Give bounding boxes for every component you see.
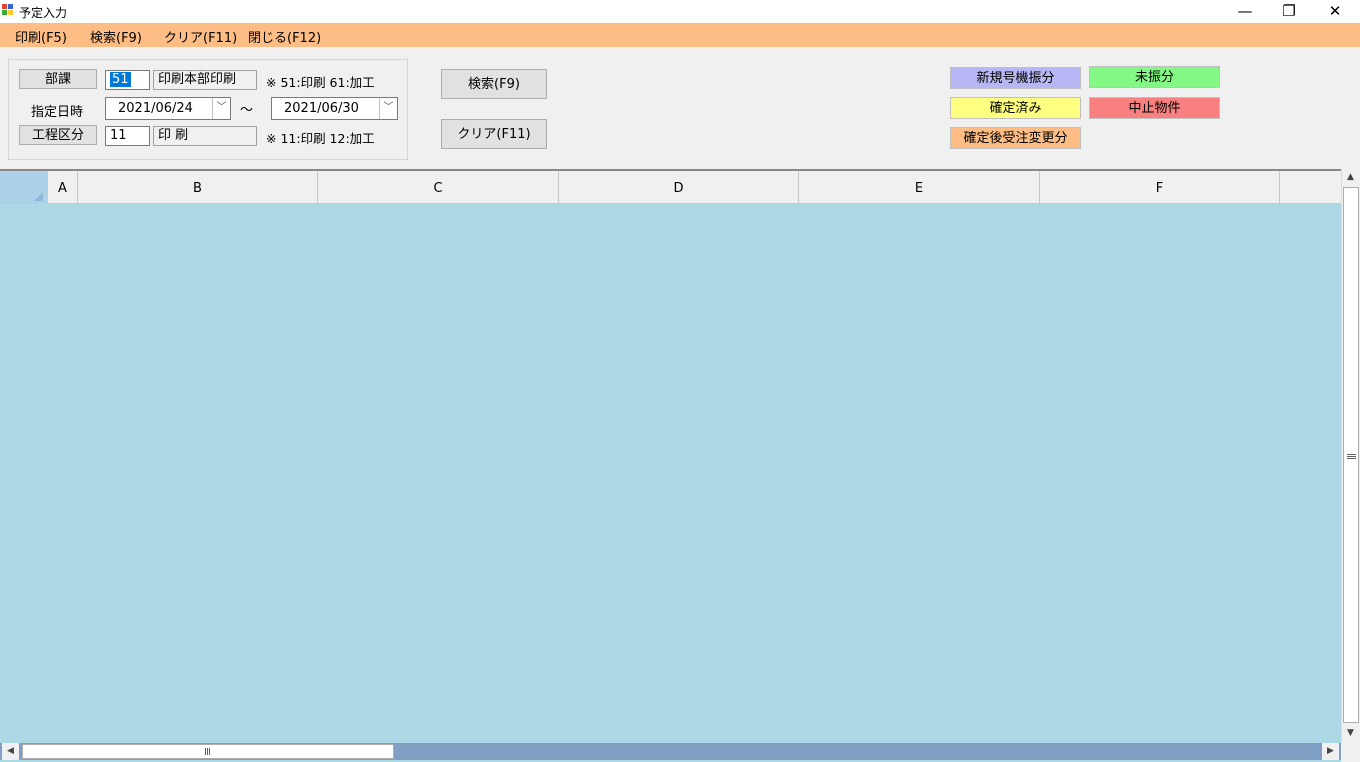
column-header-b[interactable]: B — [78, 171, 318, 204]
title-bar: 予定入力 — ❐ ✕ — [0, 0, 1360, 23]
date-separator: ～ — [240, 103, 254, 118]
column-header-c[interactable]: C — [318, 171, 559, 204]
scroll-up-icon[interactable]: ▲ — [1342, 169, 1359, 186]
column-header-f[interactable]: F — [1040, 171, 1280, 204]
scrollbar-corner — [1341, 743, 1360, 762]
process-code-input[interactable]: 11 — [105, 126, 150, 146]
vertical-scrollbar[interactable]: ▲ ▼ — [1341, 169, 1360, 743]
date-from-picker[interactable]: 2021/06/24 ﹀ — [105, 97, 231, 120]
app-icon — [2, 4, 14, 16]
clear-button[interactable]: クリア(F11) — [441, 119, 547, 149]
chevron-down-icon[interactable]: ﹀ — [379, 98, 397, 119]
date-from-value: 2021/06/24 — [118, 101, 193, 116]
date-label: 指定日時 — [31, 105, 84, 120]
close-icon: ✕ — [1328, 2, 1342, 20]
restore-icon: ❐ — [1282, 2, 1296, 20]
close-button[interactable]: ✕ — [1312, 0, 1358, 23]
horizontal-scrollbar[interactable]: ◀ ▶ — [0, 743, 1341, 760]
process-note: ※ 11:印刷 12:加工 — [266, 131, 375, 146]
column-header-d[interactable]: D — [559, 171, 799, 204]
department-note: ※ 51:印刷 61:加工 — [266, 75, 375, 90]
department-name-field: 印刷本部印刷 — [153, 70, 257, 90]
grid-header: A B C D E F — [0, 169, 1341, 204]
scroll-down-icon[interactable]: ▼ — [1342, 725, 1359, 742]
menu-print[interactable]: 印刷(F5) — [15, 27, 67, 46]
date-to-value: 2021/06/30 — [284, 101, 359, 116]
menu-search[interactable]: 検索(F9) — [90, 27, 142, 46]
date-to-picker[interactable]: 2021/06/30 ﹀ — [271, 97, 398, 120]
minimize-icon: — — [1237, 2, 1253, 20]
scroll-right-icon[interactable]: ▶ — [1322, 743, 1339, 760]
department-button[interactable]: 部課 — [19, 69, 97, 89]
minimize-button[interactable]: — — [1222, 0, 1268, 23]
process-name-field: 印 刷 — [153, 126, 257, 146]
legend-changed-after-confirm: 確定後受注変更分 — [950, 127, 1081, 149]
menu-close[interactable]: 閉じる(F12) — [248, 27, 321, 46]
filter-panel: 部課 51 印刷本部印刷 ※ 51:印刷 61:加工 指定日時 2021/06/… — [8, 59, 408, 160]
schedule-grid[interactable]: A B C D E F ▲ ▼ ◀ ▶ — [0, 169, 1360, 762]
window-title: 予定入力 — [19, 6, 68, 20]
restore-button[interactable]: ❐ — [1266, 0, 1312, 23]
vertical-scroll-thumb[interactable] — [1343, 187, 1359, 723]
department-code-input[interactable]: 51 — [105, 70, 150, 90]
select-all-corner[interactable] — [0, 171, 48, 204]
menu-bar: 印刷(F5) 検索(F9) クリア(F11) 閉じる(F12) — [0, 23, 1360, 47]
legend-cancelled: 中止物件 — [1089, 97, 1220, 119]
scroll-left-icon[interactable]: ◀ — [2, 743, 19, 760]
chevron-down-icon[interactable]: ﹀ — [212, 98, 230, 119]
menu-clear[interactable]: クリア(F11) — [164, 27, 237, 46]
legend-unassigned: 未振分 — [1089, 66, 1220, 88]
legend-new-machine: 新規号機振分 — [950, 67, 1081, 89]
column-header-a[interactable]: A — [48, 171, 78, 204]
legend-confirmed: 確定済み — [950, 97, 1081, 119]
horizontal-scroll-thumb[interactable] — [22, 744, 394, 759]
search-button[interactable]: 検索(F9) — [441, 69, 547, 99]
process-button[interactable]: 工程区分 — [19, 125, 97, 145]
column-header-e[interactable]: E — [799, 171, 1040, 204]
